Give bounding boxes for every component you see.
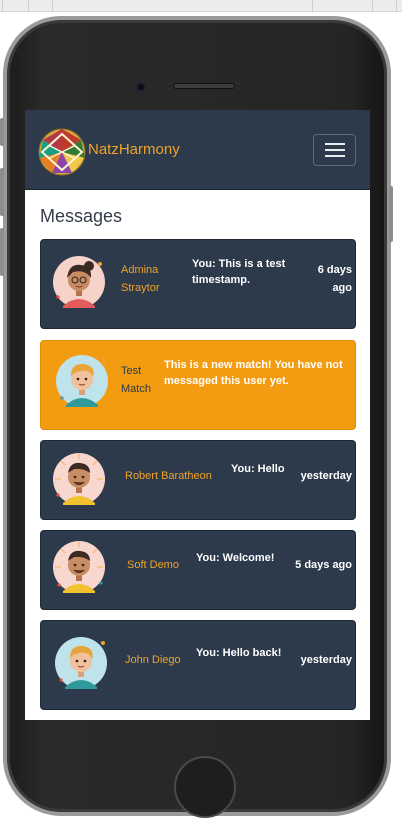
conversation-card[interactable]: Robert Baratheon You: Hello yesterday	[40, 440, 356, 520]
page-title: Messages	[40, 206, 123, 226]
conversation-card[interactable]: John Diego You: Hello back! yesterday	[40, 620, 356, 710]
camera-icon	[136, 82, 146, 92]
avatar	[53, 541, 105, 593]
home-button[interactable]	[174, 756, 236, 818]
avatar	[53, 256, 105, 308]
volume-down-button	[0, 228, 4, 276]
last-message: This is a new match! You have not messag…	[164, 359, 343, 387]
last-message: You: This is a test timestamp.	[192, 258, 286, 286]
brand-logo[interactable]	[38, 128, 86, 176]
app-screen: NatzHarmony Messages Admina Straytor You…	[25, 110, 370, 720]
hamburger-icon	[325, 143, 345, 145]
last-message: You: Hello back!	[196, 647, 282, 659]
conversation-card[interactable]: Test Match This is a new match! You have…	[40, 340, 356, 430]
brand-name[interactable]: NatzHarmony	[88, 141, 180, 158]
timestamp: 6 days ago	[317, 264, 352, 294]
browser-top-strip	[0, 0, 402, 12]
power-button	[389, 186, 393, 242]
navbar: NatzHarmony	[25, 110, 370, 190]
last-message: You: Welcome!	[196, 552, 275, 564]
timestamp: yesterday	[300, 470, 352, 482]
conversation-card[interactable]: Admina Straytor You: This is a test time…	[40, 239, 356, 329]
volume-up-button	[0, 168, 4, 216]
contact-name: John Diego	[125, 654, 181, 666]
contact-name: Robert Baratheon	[125, 470, 212, 482]
contact-name: Admina Straytor	[121, 264, 160, 294]
conversation-card[interactable]: Soft Demo You: Welcome! 5 days ago	[40, 530, 356, 610]
mute-switch	[0, 118, 4, 146]
menu-toggle-button[interactable]	[313, 134, 356, 166]
timestamp: yesterday	[300, 654, 352, 666]
avatar	[55, 637, 107, 689]
timestamp: 5 days ago	[295, 559, 352, 571]
avatar	[56, 355, 108, 407]
avatar	[53, 453, 105, 505]
speaker-grille	[173, 83, 235, 89]
